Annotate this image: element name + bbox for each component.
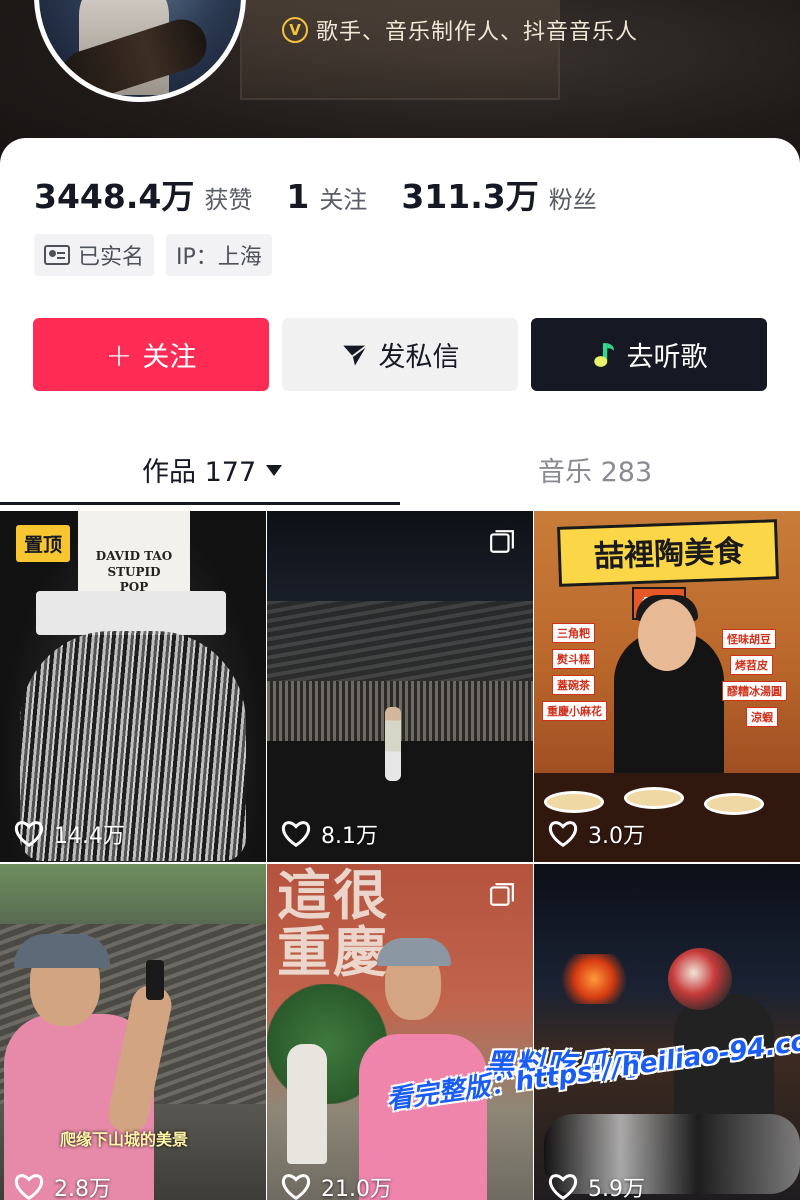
menu-tag: 烤苕皮 <box>730 655 773 675</box>
tab-works[interactable]: 作品 177 <box>142 450 283 489</box>
profile-stats: 3448.4万 获赞 1 关注 311.3万 粉丝 <box>34 170 631 218</box>
verified-badge-icon: V <box>282 17 308 43</box>
video-likes: 2.8万 <box>14 1171 111 1200</box>
menu-tag: 涼蝦 <box>746 707 778 727</box>
tab-music-label: 音乐 283 <box>538 457 653 488</box>
music-note-icon <box>593 342 614 367</box>
verified-title: 歌手、音乐制作人、抖音音乐人 <box>316 20 639 45</box>
tab-music[interactable]: 音乐 283 <box>538 450 652 489</box>
ip-location-tag: IP：上海 <box>166 234 272 276</box>
video-likes: 21.0万 <box>281 1171 392 1200</box>
followers-count[interactable]: 311.3万 <box>401 170 538 218</box>
content-tabs: 作品 177 音乐 283 <box>0 438 800 510</box>
video-tile[interactable]: 8.1万 <box>267 511 533 862</box>
video-title-text: 喆裡陶美食 <box>593 534 745 575</box>
menu-tag: 熨斗糕 <box>552 649 595 669</box>
video-likes-count: 21.0万 <box>321 1177 392 1200</box>
video-tile[interactable]: 爬缘下山城的美景 2.8万 <box>0 864 266 1200</box>
plus-icon: + <box>105 335 133 374</box>
real-name-tag: 已实名 <box>34 234 155 276</box>
pinned-badge: 置顶 <box>16 525 71 562</box>
follow-button[interactable]: + 关注 <box>33 318 269 391</box>
message-button-label: 发私信 <box>378 342 460 373</box>
id-card-icon <box>44 245 70 265</box>
menu-tag: 怪味胡豆 <box>722 629 776 649</box>
heart-icon <box>281 1174 311 1200</box>
video-likes-count: 8.1万 <box>321 824 378 849</box>
video-likes: 3.0万 <box>548 818 645 850</box>
video-likes: 14.4万 <box>14 818 125 850</box>
multi-image-icon <box>490 883 514 906</box>
verified-info: V 歌手、音乐制作人、抖音音乐人 <box>282 14 638 46</box>
multi-image-icon <box>490 530 514 553</box>
video-likes-count: 3.0万 <box>588 824 645 849</box>
wall-text: 這很 重慶 <box>277 864 389 984</box>
heart-icon <box>548 1174 578 1200</box>
profile-tags: 已实名 IP：上海 <box>34 234 272 276</box>
video-likes: 5.9万 <box>548 1171 645 1200</box>
video-caption: 爬缘下山城的美景 <box>60 1130 189 1149</box>
menu-tag: 重慶小麻花 <box>542 701 607 721</box>
send-icon <box>342 344 367 365</box>
message-button[interactable]: 发私信 <box>282 318 518 391</box>
caret-down-icon[interactable] <box>266 465 283 476</box>
video-tile[interactable]: DAVID TAO STUPID POP 置顶 14.4万 <box>0 511 266 862</box>
active-tab-indicator <box>0 502 400 505</box>
video-likes-count: 5.9万 <box>588 1177 645 1200</box>
listen-music-button[interactable]: 去听歌 <box>531 318 767 391</box>
video-tile[interactable]: 這很 重慶 21.0万 <box>267 864 533 1200</box>
listen-music-label: 去听歌 <box>626 342 708 373</box>
video-tile[interactable]: 喆裡陶美食 重慶 三角粑 熨斗糕 蓋碗茶 重慶小麻花 怪味胡豆 烤苕皮 醪糟冰湯… <box>534 511 800 862</box>
menu-tag: 三角粑 <box>552 623 595 643</box>
real-name-label: 已实名 <box>78 245 145 270</box>
follow-button-label: 关注 <box>142 342 197 373</box>
heart-icon <box>14 1174 44 1200</box>
heart-icon <box>548 821 578 848</box>
likes-count: 3448.4万 <box>34 177 195 216</box>
likes-label: 获赞 <box>204 186 253 214</box>
video-likes-count: 14.4万 <box>54 824 125 849</box>
video-likes-count: 2.8万 <box>54 1177 111 1200</box>
menu-tag: 蓋碗茶 <box>552 675 595 695</box>
following-count[interactable]: 1 <box>286 177 309 216</box>
avatar[interactable] <box>34 0 246 102</box>
heart-icon <box>281 821 311 848</box>
tab-works-label: 作品 177 <box>142 457 257 488</box>
ip-location-label: IP：上海 <box>176 245 262 270</box>
poster-text: DAVID TAO STUPID POP <box>95 549 173 595</box>
following-label[interactable]: 关注 <box>319 180 367 215</box>
menu-tag: 醪糟冰湯圓 <box>722 681 787 701</box>
heart-icon <box>14 821 44 848</box>
action-buttons: + 关注 发私信 去听歌 <box>33 318 767 391</box>
video-likes: 8.1万 <box>281 818 378 850</box>
followers-label[interactable]: 粉丝 <box>549 180 597 215</box>
